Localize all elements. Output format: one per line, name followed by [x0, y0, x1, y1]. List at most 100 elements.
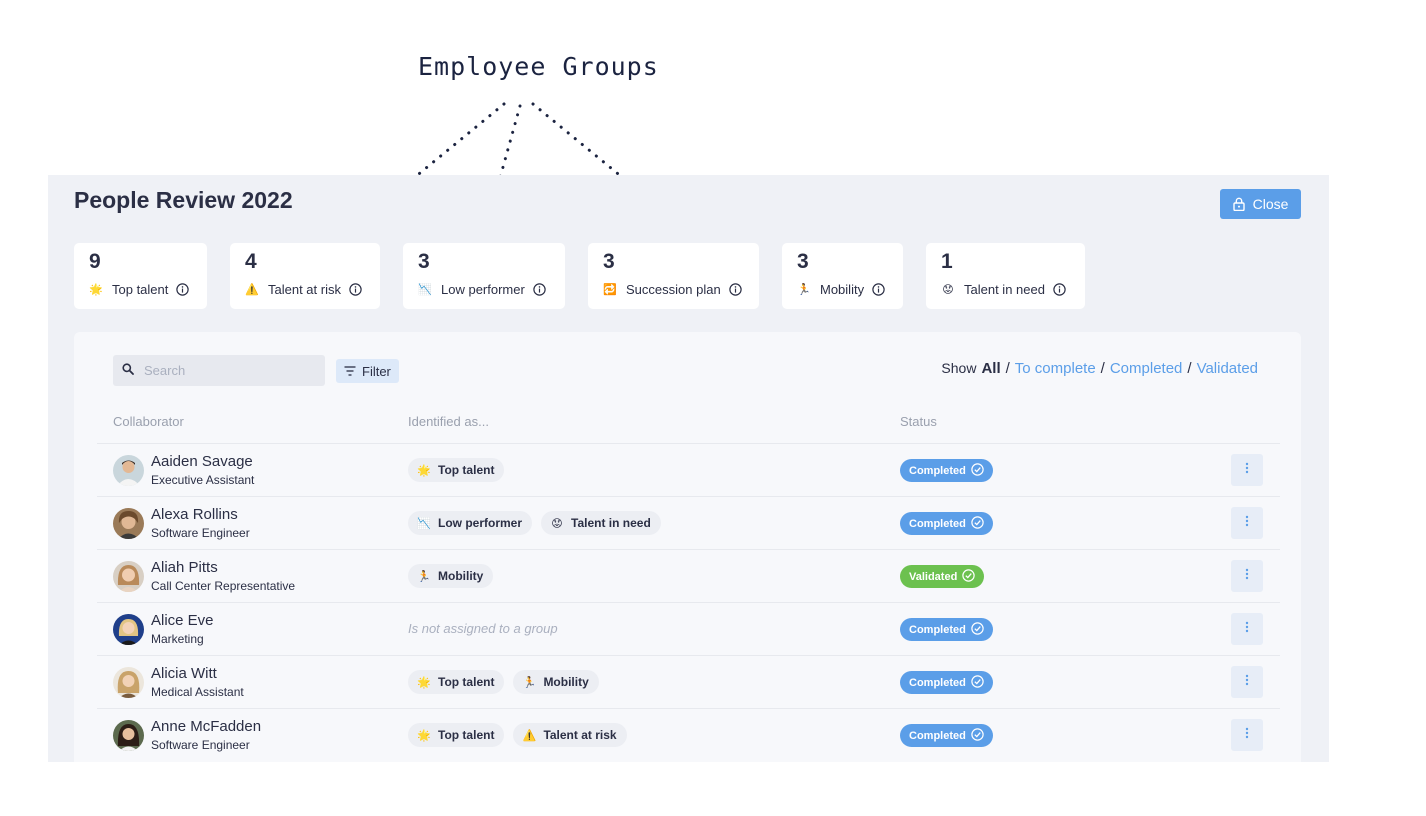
- card-count: 4: [245, 250, 257, 273]
- check-circle-icon: [971, 727, 984, 744]
- card-label: Top talent: [112, 282, 169, 297]
- check-circle-icon: [971, 621, 984, 638]
- person-role: Software Engineer: [151, 738, 250, 752]
- row-actions-button[interactable]: [1231, 560, 1263, 592]
- column-header-collaborator[interactable]: Collaborator: [113, 414, 184, 429]
- table-row[interactable]: Anne McFadden Software Engineer 🌟 Top tal…: [97, 708, 1280, 761]
- table-row[interactable]: Aliah Pitts Call Center Representative 🏃…: [97, 549, 1280, 602]
- card-count: 3: [797, 250, 809, 273]
- info-icon[interactable]: [872, 283, 885, 296]
- more-vertical-icon: [1245, 514, 1249, 532]
- row-actions-button[interactable]: [1231, 719, 1263, 751]
- info-icon[interactable]: [349, 283, 362, 296]
- annotation-title: Employee Groups: [418, 52, 659, 81]
- search-box[interactable]: [113, 355, 325, 386]
- card-count: 3: [603, 250, 615, 273]
- star-icon: 🌟: [417, 464, 431, 477]
- show-validated-link[interactable]: Validated: [1197, 360, 1258, 377]
- status-badge: Validated: [900, 565, 985, 588]
- warning-icon: ⚠️: [522, 729, 537, 742]
- card-label: Low performer: [441, 282, 525, 297]
- page-title: People Review 2022: [74, 187, 293, 213]
- status-label: Completed: [909, 623, 966, 636]
- runner-icon: 🏃: [797, 284, 811, 296]
- row-actions-button[interactable]: [1231, 666, 1263, 698]
- person-role: Medical Assistant: [151, 685, 244, 699]
- summary-card-talent-in-need[interactable]: 1 😟 Talent in need: [926, 243, 1085, 309]
- card-count: 9: [89, 250, 101, 273]
- group-tag[interactable]: 🏃 Mobility: [513, 670, 599, 694]
- group-tags: 🌟 Top talent: [408, 458, 505, 482]
- info-icon[interactable]: [176, 283, 190, 296]
- status-label: Completed: [909, 517, 966, 530]
- tag-label: Mobility: [438, 569, 484, 583]
- card-count: 3: [418, 250, 430, 273]
- group-tags: 🌟 Top talent ⚠️ Talent at risk: [408, 723, 627, 747]
- person-name[interactable]: Alicia Witt: [151, 665, 217, 682]
- row-actions-button[interactable]: [1231, 454, 1263, 486]
- check-circle-icon: [971, 515, 984, 532]
- show-to-complete-link[interactable]: To complete: [1015, 360, 1096, 377]
- card-label: Talent at risk: [268, 282, 341, 297]
- filter-button-label: Filter: [362, 363, 391, 379]
- person-role: Marketing: [151, 632, 204, 646]
- summary-card-talent-at-risk[interactable]: 4 ⚠️ Talent at risk: [230, 243, 380, 309]
- person-name[interactable]: Aaiden Savage: [151, 453, 253, 470]
- filter-button[interactable]: Filter: [336, 359, 399, 383]
- close-button[interactable]: Close: [1220, 189, 1301, 219]
- avatar: [113, 720, 144, 751]
- show-completed-link[interactable]: Completed: [1110, 360, 1183, 377]
- group-tag[interactable]: 🌟 Top talent: [408, 723, 505, 747]
- summary-card-low-performer[interactable]: 3 📉 Low performer: [403, 243, 565, 309]
- group-tag[interactable]: 🏃 Mobility: [408, 564, 494, 588]
- tag-label: Top talent: [438, 675, 495, 689]
- table-row[interactable]: Alicia Witt Medical Assistant 🌟 Top talen…: [97, 655, 1280, 708]
- table-row[interactable]: Alice Eve Marketing Is not assigned to a…: [97, 602, 1280, 655]
- summary-card-top-talent[interactable]: 9 🌟 Top talent: [74, 243, 207, 309]
- card-label: Succession plan: [626, 282, 721, 297]
- summary-card-mobility[interactable]: 3 🏃 Mobility: [782, 243, 903, 309]
- summary-card-succession-plan[interactable]: 3 🔁 Succession plan: [588, 243, 759, 309]
- status-filter-links: Show All / To complete / Completed / Val…: [941, 360, 1258, 377]
- info-icon[interactable]: [728, 283, 742, 296]
- person-name[interactable]: Alice Eve: [151, 612, 214, 629]
- runner-icon: 🏃: [417, 570, 431, 583]
- card-count: 1: [941, 250, 953, 273]
- avatar: [113, 508, 144, 539]
- person-name[interactable]: Alexa Rollins: [151, 506, 238, 523]
- status-badge: Completed: [900, 512, 993, 535]
- show-all-link[interactable]: All: [981, 360, 1000, 377]
- check-circle-icon: [971, 674, 984, 691]
- table-row[interactable]: Aaiden Savage Executive Assistant 🌟 Top t…: [97, 443, 1280, 496]
- group-tags: 📉 Low performer 😟 Talent in need: [408, 511, 661, 535]
- group-tag[interactable]: ⚠️ Talent at risk: [513, 723, 627, 747]
- table-row[interactable]: Alexa Rollins Software Engineer 📉 Low per…: [97, 496, 1280, 549]
- tag-label: Top talent: [438, 463, 495, 477]
- column-header-identified-as[interactable]: Identified as...: [408, 414, 489, 429]
- lock-icon: [1232, 197, 1245, 211]
- avatar: [113, 455, 144, 486]
- collaborator-table: Aaiden Savage Executive Assistant 🌟 Top t…: [97, 443, 1280, 761]
- filter-icon: [344, 364, 356, 379]
- column-header-status[interactable]: Status: [900, 414, 937, 429]
- person-name[interactable]: Anne McFadden: [151, 718, 261, 735]
- avatar: [113, 614, 144, 645]
- search-input[interactable]: [144, 363, 314, 378]
- info-icon[interactable]: [1053, 283, 1066, 296]
- avatar: [113, 561, 144, 592]
- card-label: Mobility: [820, 282, 865, 297]
- row-actions-button[interactable]: [1231, 507, 1263, 539]
- info-icon[interactable]: [533, 283, 546, 296]
- group-tag[interactable]: 📉 Low performer: [408, 511, 533, 535]
- card-label: Talent in need: [964, 282, 1045, 297]
- status-badge: Completed: [900, 671, 993, 694]
- group-tag[interactable]: 😟 Talent in need: [541, 511, 661, 535]
- avatar: [113, 667, 144, 698]
- group-tag[interactable]: 🌟 Top talent: [408, 458, 505, 482]
- chart-down-icon: 📉: [418, 284, 432, 296]
- person-role: Software Engineer: [151, 526, 250, 540]
- row-actions-button[interactable]: [1231, 613, 1263, 645]
- group-tag[interactable]: 🌟 Top talent: [408, 670, 505, 694]
- status-label: Completed: [909, 729, 966, 742]
- person-name[interactable]: Aliah Pitts: [151, 559, 218, 576]
